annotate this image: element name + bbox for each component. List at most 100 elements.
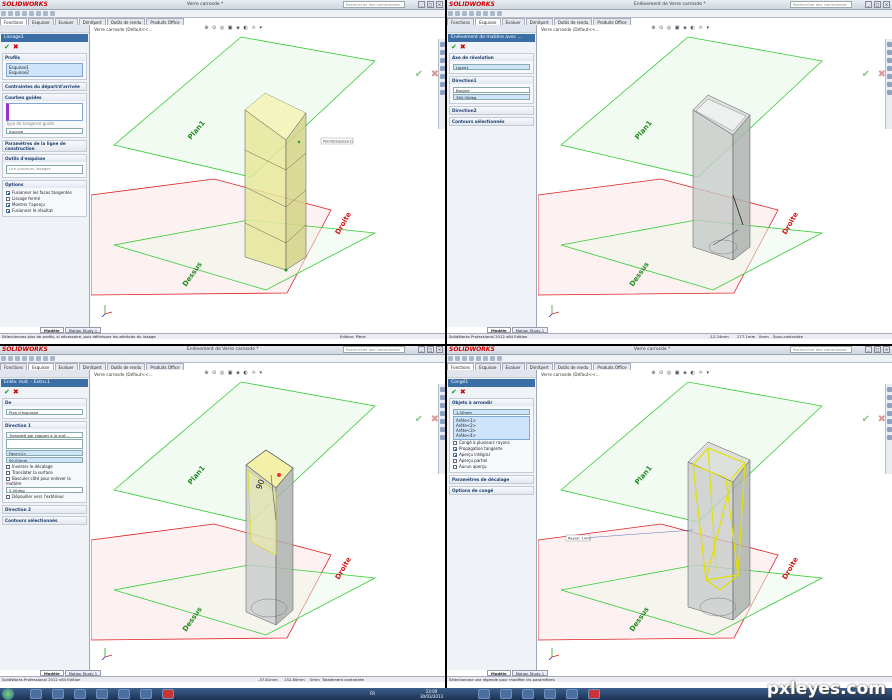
minimize-icon[interactable]: _ — [865, 1, 872, 8]
section-title[interactable]: Direction 2 — [3, 506, 86, 513]
tab-evaluer[interactable]: Evaluer — [54, 18, 78, 25]
options-icon[interactable] — [50, 11, 55, 16]
close-icon[interactable]: × — [436, 1, 443, 8]
section-title[interactable]: Paramètres de décalage — [450, 476, 533, 483]
select-icon[interactable] — [36, 11, 41, 16]
confirm-check-icon[interactable]: ✔ — [862, 414, 870, 425]
from-select[interactable]: Plan d'esquisse — [6, 409, 83, 415]
end-condition-select[interactable]: Borgne — [453, 87, 530, 93]
multi-loft-button[interactable]: Lire plusieurs lissages — [6, 165, 83, 174]
end-condition-select[interactable]: Translaté par rapport à la surf... — [6, 432, 83, 438]
options-icon[interactable] — [497, 11, 502, 16]
new-icon[interactable] — [1, 11, 6, 16]
cancel-x-icon[interactable]: ✖ — [460, 43, 466, 51]
maximize-icon[interactable]: □ — [874, 346, 881, 353]
print-icon[interactable] — [469, 11, 474, 16]
graphics-viewport[interactable]: Verre carrosde (Défaut<<... ⊕ ⊙ ◎ ▣ ◈ ◐ … — [538, 25, 892, 327]
angle-field[interactable]: 360.00deg — [453, 94, 530, 100]
tab-outils-rendu[interactable]: Outils de rendu — [553, 18, 593, 25]
section-title[interactable]: Axe de révolution — [450, 54, 533, 61]
point-callout[interactable]: Point(Esquisse1) — [323, 140, 353, 144]
check-merge-result[interactable]: Fusionner le résultat — [6, 208, 83, 214]
start-button-icon[interactable] — [2, 688, 14, 700]
section-title[interactable]: Options — [3, 181, 86, 188]
confirm-cancel-icon[interactable]: ✖ — [431, 69, 439, 80]
maximize-icon[interactable]: □ — [427, 1, 434, 8]
direction-selector[interactable] — [6, 439, 83, 449]
search-commands-input[interactable]: Rechercher des commandes — [790, 1, 852, 8]
undo-icon[interactable] — [476, 11, 481, 16]
open-icon[interactable] — [455, 11, 460, 16]
section-title[interactable]: Paramètres de la ligne de construction — [3, 141, 86, 151]
print-icon[interactable] — [22, 11, 27, 16]
offset-distance-field[interactable]: 90.00mm — [6, 457, 83, 463]
taskbar-clock[interactable]: 23:00 30/03/2013 — [420, 689, 443, 699]
options-icon[interactable] — [497, 356, 502, 361]
open-icon[interactable] — [8, 11, 13, 16]
confirm-check-icon[interactable]: ✔ — [415, 414, 423, 425]
face-field[interactable]: Face<1> — [6, 450, 83, 456]
select-icon[interactable] — [36, 356, 41, 361]
manager-tabs[interactable] — [447, 370, 536, 378]
tab-outils-rendu[interactable]: Outils de rendu — [553, 363, 593, 370]
radius-callout[interactable]: Rayon: 1mm — [568, 537, 591, 541]
tab-evaluer[interactable]: Evaluer — [501, 18, 525, 25]
search-commands-input[interactable]: Rechercher des commandes — [343, 346, 405, 353]
close-icon[interactable]: × — [883, 1, 890, 8]
tab-produits-office[interactable]: Produits Office — [146, 18, 184, 25]
section-title[interactable]: Options de congé — [450, 487, 533, 494]
media-player-icon[interactable] — [522, 689, 534, 699]
axis-field[interactable]: Ligne1 — [453, 64, 530, 70]
tab-fonctions[interactable]: Fonctions — [447, 363, 475, 370]
save-icon[interactable] — [15, 11, 20, 16]
rebuild-icon[interactable] — [490, 356, 495, 361]
tab-fonctions[interactable]: Fonctions — [447, 18, 475, 25]
radio-no-preview[interactable]: Aucun aperçu — [453, 464, 530, 470]
undo-icon[interactable] — [476, 356, 481, 361]
manager-tabs[interactable] — [0, 370, 89, 378]
solidworks-taskbar-icon[interactable] — [588, 689, 600, 699]
print-icon[interactable] — [22, 356, 27, 361]
profiles-list[interactable]: Esquisse1 Esquisse2 — [6, 63, 83, 77]
check-draft-outward[interactable]: Dépouiller vers l'extérieur — [6, 494, 83, 500]
tab-dimxpert[interactable]: DimXpert — [525, 18, 553, 25]
ok-check-icon[interactable]: ✔ — [451, 388, 457, 396]
ok-check-icon[interactable]: ✔ — [451, 43, 457, 51]
app-icon[interactable] — [118, 689, 130, 699]
new-icon[interactable] — [1, 356, 6, 361]
edges-list[interactable]: Arête<1> Arête<2> Arête<3> Arête<4> — [453, 416, 530, 440]
minimize-icon[interactable]: _ — [418, 1, 425, 8]
firefox-icon[interactable] — [544, 689, 556, 699]
confirm-cancel-icon[interactable]: ✖ — [431, 414, 439, 425]
cancel-x-icon[interactable]: ✖ — [13, 388, 19, 396]
maximize-icon[interactable]: □ — [874, 1, 881, 8]
undo-icon[interactable] — [29, 356, 34, 361]
manager-tabs[interactable] — [0, 25, 89, 33]
list-item[interactable]: Esquisse2 — [9, 70, 80, 75]
guide-curves-list[interactable] — [6, 103, 83, 121]
rebuild-icon[interactable] — [43, 356, 48, 361]
minimize-icon[interactable]: _ — [865, 346, 872, 353]
ie-icon[interactable] — [30, 689, 42, 699]
photoshop-icon[interactable] — [140, 689, 152, 699]
section-title[interactable]: Objets à arrondir — [450, 399, 533, 406]
ok-check-icon[interactable]: ✔ — [4, 43, 10, 51]
section-title[interactable]: De — [3, 399, 86, 406]
section-title[interactable]: Courbes guides — [3, 94, 86, 101]
language-indicator[interactable]: FR — [370, 691, 375, 696]
confirm-check-icon[interactable]: ✔ — [415, 69, 423, 80]
graphics-viewport[interactable]: Verre carrosde (Défaut<<... ⊕ ⊙ ◎ ▣ ◈ ◐ … — [538, 370, 892, 670]
open-icon[interactable] — [8, 356, 13, 361]
explorer-icon[interactable] — [52, 689, 64, 699]
tab-esquisse[interactable]: Esquisse — [28, 18, 54, 25]
tab-dimxpert[interactable]: DimXpert — [78, 363, 106, 370]
tab-esquisse[interactable]: Esquisse — [475, 18, 501, 25]
search-commands-input[interactable]: Rechercher des commandes — [343, 1, 405, 8]
tab-outils-rendu[interactable]: Outils de rendu — [106, 18, 146, 25]
check-flip-side[interactable]: Basculer côté pour enlever la matière — [6, 476, 83, 486]
rebuild-icon[interactable] — [490, 11, 495, 16]
close-icon[interactable]: × — [883, 346, 890, 353]
tab-esquisse[interactable]: Esquisse — [28, 363, 54, 370]
open-icon[interactable] — [455, 356, 460, 361]
close-icon[interactable]: × — [436, 346, 443, 353]
